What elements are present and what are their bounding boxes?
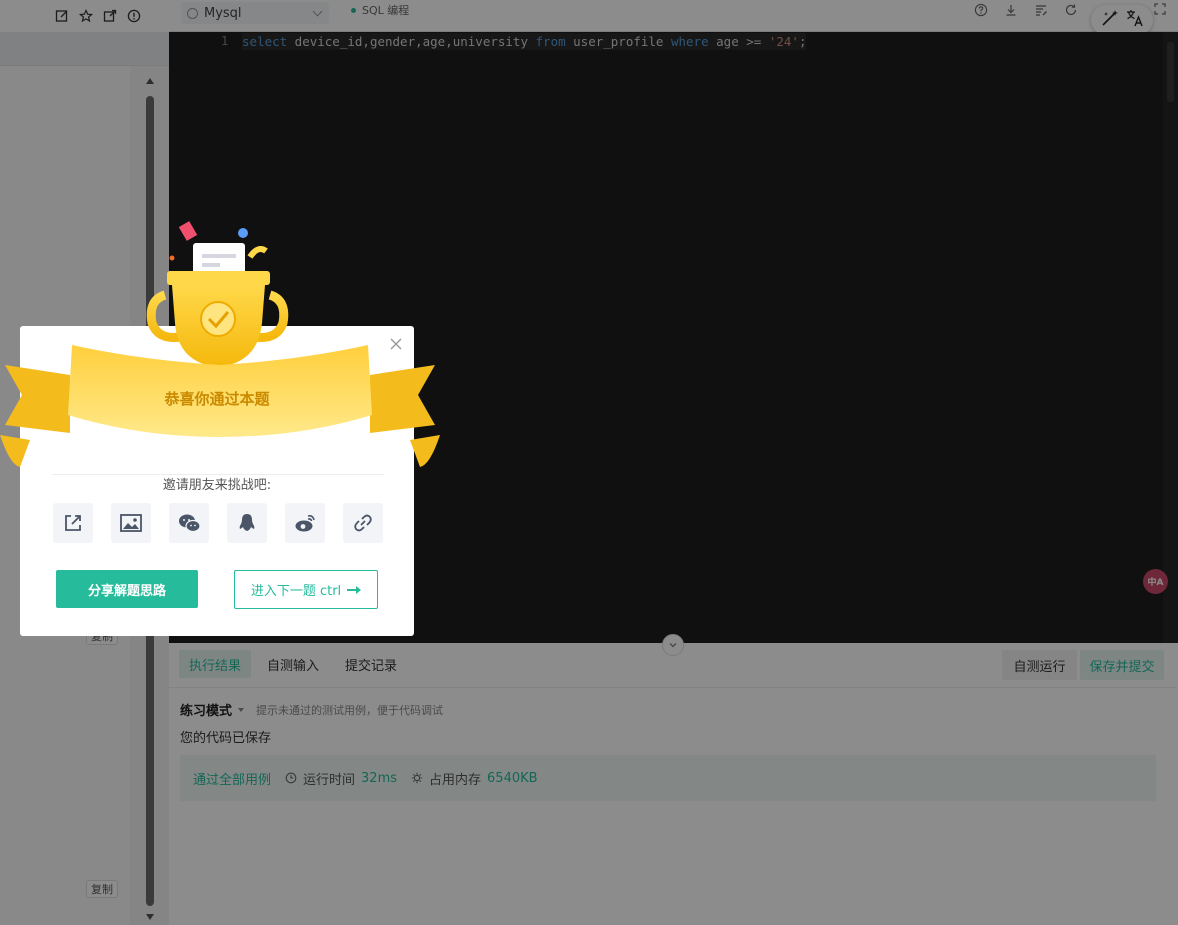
page: 复制 复制 Mysql SQL 编程 1 select device_id,ge… [0,0,1178,925]
modal-title: 恭喜你通过本题 [164,390,270,408]
link-icon[interactable] [343,503,383,543]
trophy-icon [0,221,440,467]
share-out-icon[interactable] [53,503,93,543]
qq-icon[interactable] [227,503,267,543]
invite-text: 邀请朋友来挑战吧: [20,474,414,493]
next-question-label: 进入下一题 ctrl [250,584,342,599]
close-icon[interactable] [388,336,404,352]
invite-label: 邀请朋友来挑战吧: [156,478,278,493]
wechat-icon[interactable] [169,503,209,543]
arrow-right-icon [347,585,362,594]
weibo-icon[interactable] [285,503,325,543]
share-solution-button[interactable]: 分享解题思路 [56,570,198,608]
share-icons [53,503,383,543]
image-icon[interactable] [111,503,151,543]
next-question-button[interactable]: 进入下一题 ctrl [234,570,378,609]
